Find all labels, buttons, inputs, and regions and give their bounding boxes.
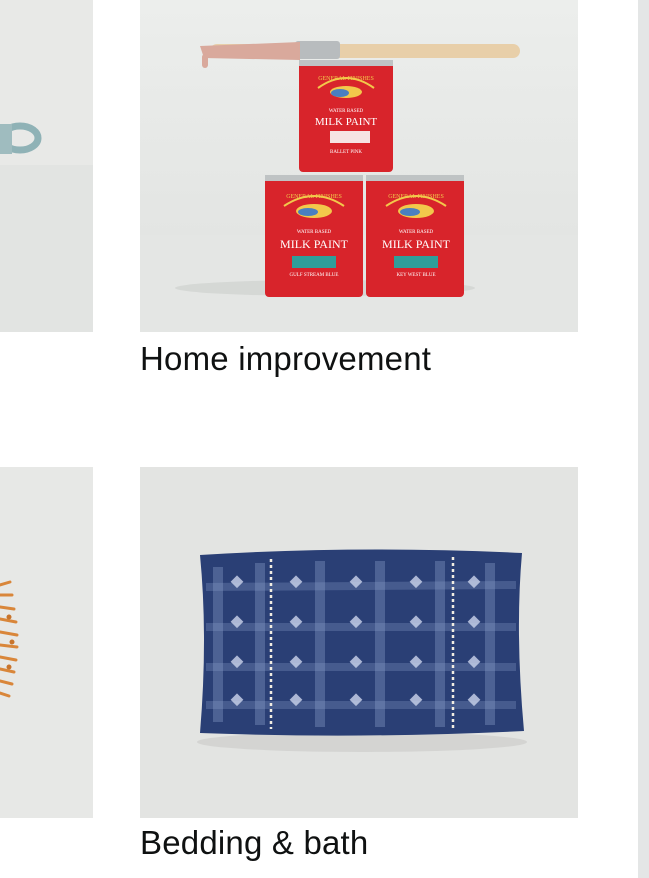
svg-text:GENERAL FINISHES: GENERAL FINISHES xyxy=(388,194,444,200)
svg-text:BALLET PINK: BALLET PINK xyxy=(330,150,362,155)
svg-text:MILK PAINT: MILK PAINT xyxy=(382,237,451,251)
indigo-lumbar-pillow-icon xyxy=(140,467,578,818)
category-caption-bedding-bath[interactable]: Bedding & bath xyxy=(140,824,368,862)
svg-text:KEY WEST BLUE: KEY WEST BLUE xyxy=(396,273,435,278)
left-partial-tile-bottom[interactable] xyxy=(0,467,93,818)
svg-text:GENERAL FINISHES: GENERAL FINISHES xyxy=(318,76,374,82)
category-tile-bedding-bath[interactable] xyxy=(140,467,578,818)
teal-scissors-icon xyxy=(0,0,93,332)
svg-text:WATER BASED: WATER BASED xyxy=(329,109,364,114)
category-caption-home-improvement[interactable]: Home improvement xyxy=(140,340,431,378)
orange-sunburst-mirror-icon xyxy=(0,467,93,818)
category-tile-home-improvement[interactable]: WATER BASED MILK PAINT BALLET PINK GENER… xyxy=(140,0,578,332)
svg-text:GULF STREAM BLUE: GULF STREAM BLUE xyxy=(290,273,339,278)
svg-text:MILK PAINT: MILK PAINT xyxy=(315,116,378,128)
scroll-gutter xyxy=(638,0,649,878)
left-partial-tile-top[interactable] xyxy=(0,0,93,332)
svg-text:WATER BASED: WATER BASED xyxy=(399,230,434,235)
svg-text:GENERAL FINISHES: GENERAL FINISHES xyxy=(286,194,342,200)
svg-text:MILK PAINT: MILK PAINT xyxy=(280,237,349,251)
milk-paint-cans-with-brush-icon: WATER BASED MILK PAINT BALLET PINK GENER… xyxy=(140,0,578,332)
svg-text:WATER BASED: WATER BASED xyxy=(297,230,332,235)
